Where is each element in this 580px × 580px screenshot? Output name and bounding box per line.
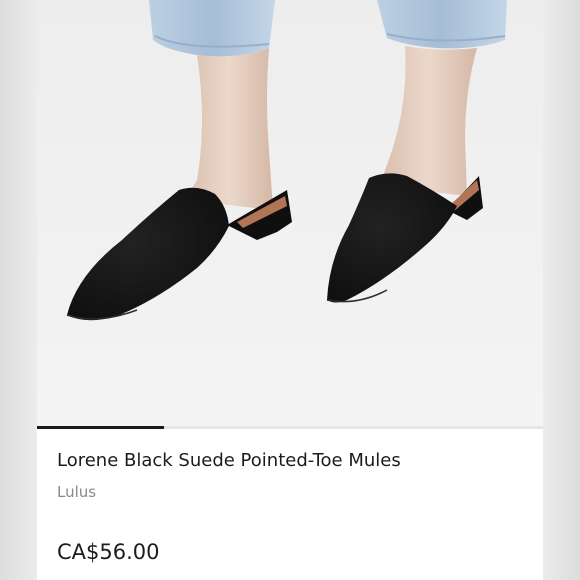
product-price: CA$56.00 [57, 540, 160, 564]
product-brand[interactable]: Lulus [57, 483, 96, 501]
product-photo[interactable] [37, 0, 543, 428]
product-photo-illustration [37, 0, 543, 428]
product-card[interactable]: Lorene Black Suede Pointed-Toe Mules Lul… [37, 0, 543, 580]
image-carousel-indicator [37, 426, 164, 429]
product-title[interactable]: Lorene Black Suede Pointed-Toe Mules [57, 450, 527, 471]
image-carousel-progress [37, 426, 543, 429]
